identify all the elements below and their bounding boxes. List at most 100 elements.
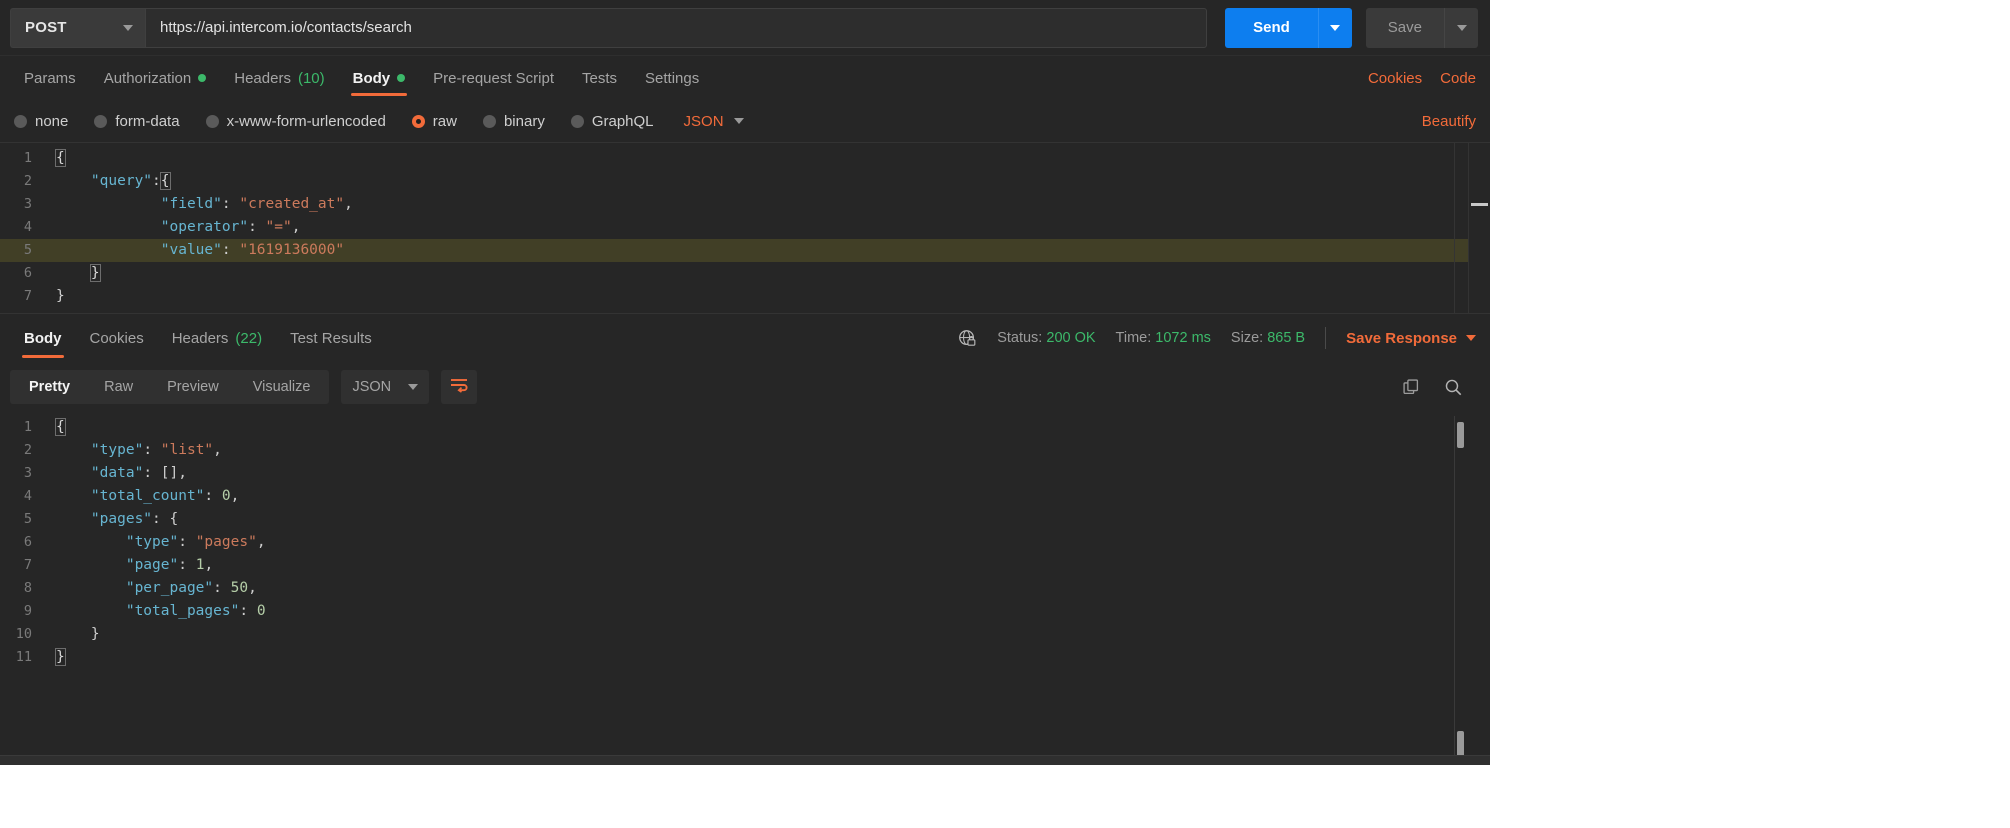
response-body-viewer[interactable]: 1{2 "type": "list", 3 "data": [], 4 "total…: [0, 412, 1490, 765]
request-tab-settings[interactable]: Settings: [631, 56, 713, 100]
response-header: Body Cookies Headers (22) Test Results Statu…: [0, 314, 1490, 362]
line-number: 6: [23, 534, 32, 550]
code-link[interactable]: Code: [1440, 70, 1476, 87]
body-type-option-none[interactable]: none: [14, 113, 68, 130]
body-type-option-form-data[interactable]: form-data: [94, 112, 180, 130]
code-text: }: [90, 626, 100, 642]
scrollbar-thumb-secondary[interactable]: [1457, 731, 1464, 757]
cookies-link[interactable]: Cookies: [1368, 70, 1422, 87]
tab-label: Body: [352, 69, 391, 87]
line-number: 7: [23, 557, 32, 573]
response-view-visualize[interactable]: Visualize: [236, 372, 328, 402]
response-code-line: 5 "pages": {: [0, 508, 1490, 531]
response-tool-icons: [1400, 376, 1476, 398]
send-button[interactable]: Send: [1225, 7, 1318, 48]
line-number: 1: [23, 419, 32, 435]
response-view-pretty[interactable]: Pretty: [12, 372, 87, 402]
request-code-area[interactable]: 1{2 "query":{3 "field": "created_at", 4 "…: [0, 143, 1468, 313]
body-type-label: raw: [432, 112, 457, 130]
tab-label: Headers: [171, 329, 229, 347]
line-number: 4: [23, 488, 32, 504]
response-code-line: 6 "type": "pages",: [0, 531, 1490, 554]
request-code-line: 5 "value": "1619136000": [0, 239, 1468, 262]
request-tabs: Params Authorization Headers (10) Body Pre-re…: [0, 56, 1490, 100]
line-number: 2: [23, 442, 32, 458]
code-text: {: [55, 418, 66, 436]
save-button[interactable]: Save: [1365, 7, 1444, 48]
send-options-button[interactable]: [1317, 7, 1352, 48]
code-text: {: [55, 149, 66, 167]
response-tab-body[interactable]: Body: [10, 314, 76, 362]
save-options-button[interactable]: [1444, 7, 1478, 48]
response-format-select[interactable]: JSON: [341, 370, 430, 404]
tab-label: Cookies: [89, 329, 144, 347]
chevron-down-icon: [408, 384, 419, 390]
code-text: "operator": "=",: [160, 219, 301, 235]
request-code-line: 6 }: [0, 262, 1468, 285]
status-label: Status:: [997, 330, 1043, 346]
send-button-group: Send: [1225, 7, 1352, 48]
response-view-preview[interactable]: Preview: [150, 372, 236, 402]
request-tab-params[interactable]: Params: [10, 56, 90, 100]
response-view-switcher: Pretty Raw Preview Visualize: [10, 370, 330, 404]
tab-label: Pre-request Script: [433, 69, 555, 87]
body-type-option-x-www-form-urlencoded[interactable]: x-www-form-urlencoded: [205, 113, 386, 130]
request-tab-authorization[interactable]: Authorization: [90, 56, 221, 100]
copy-icon[interactable]: [1400, 376, 1422, 398]
radio-icon: [94, 114, 108, 128]
request-editor-minimap[interactable]: [1468, 143, 1490, 313]
request-tab-body[interactable]: Body: [339, 56, 420, 100]
tab-label: Headers: [234, 69, 291, 87]
request-code-line: 3 "field": "created_at",: [0, 193, 1468, 216]
response-code-line: 4 "total_count": 0,: [0, 485, 1490, 508]
request-body-editor[interactable]: 1{2 "query":{3 "field": "created_at", 4 "…: [0, 142, 1490, 314]
scrollbar-thumb[interactable]: [1457, 422, 1464, 448]
save-button-group: Save: [1365, 7, 1478, 48]
status-code: Status: 200 OK: [997, 330, 1095, 346]
response-view-raw[interactable]: Raw: [87, 372, 150, 402]
body-type-option-binary[interactable]: binary: [482, 112, 545, 130]
response-toolbar: Pretty Raw Preview Visualize JSON: [0, 362, 1490, 412]
save-response-label: Save Response: [1346, 329, 1457, 347]
url-input[interactable]: https://api.intercom.io/contacts/search: [145, 7, 1208, 48]
response-scrollbar[interactable]: [1454, 416, 1464, 759]
radio-icon: [482, 114, 496, 128]
tab-label: Settings: [645, 69, 700, 87]
response-code-line: 2 "type": "list",: [0, 439, 1490, 462]
request-tab-tests[interactable]: Tests: [568, 56, 631, 100]
wrap-lines-button[interactable]: [441, 370, 478, 404]
response-tab-headers[interactable]: Headers (22): [158, 314, 276, 362]
tab-status-dot-icon: [397, 74, 406, 82]
code-text: "type": "pages",: [125, 534, 266, 550]
line-number: 5: [23, 242, 32, 258]
radio-icon: [14, 114, 27, 128]
tab-label: Test Results: [290, 329, 372, 347]
line-number: 4: [23, 219, 32, 235]
code-text: "value": "1619136000": [160, 242, 345, 258]
code-text: }: [56, 288, 65, 304]
response-tab-test-results[interactable]: Test Results: [276, 314, 386, 362]
code-text: "data": [],: [90, 465, 187, 481]
code-text: "per_page": 50,: [125, 580, 257, 596]
save-response-button[interactable]: Save Response: [1346, 330, 1476, 347]
response-code-area[interactable]: 1{2 "type": "list", 3 "data": [], 4 "total…: [0, 412, 1490, 765]
response-tab-cookies[interactable]: Cookies: [76, 314, 158, 362]
http-method-select[interactable]: POST: [10, 7, 145, 48]
beautify-link[interactable]: Beautify: [1422, 113, 1476, 130]
body-type-label: form-data: [115, 112, 180, 130]
size-label: Size:: [1230, 330, 1264, 346]
body-format-select[interactable]: JSON: [684, 113, 744, 130]
line-number: 10: [15, 626, 32, 642]
minimap-marker: [1471, 203, 1488, 206]
request-tab-pre-request-script[interactable]: Pre-request Script: [419, 56, 568, 100]
request-editor-scrollbar[interactable]: [1454, 143, 1468, 313]
search-icon[interactable]: [1442, 376, 1464, 398]
response-time: Time: 1072 ms: [1116, 330, 1211, 346]
request-tab-headers[interactable]: Headers (10): [220, 56, 338, 100]
body-type-option-raw[interactable]: raw: [411, 112, 457, 130]
body-type-option-graphql[interactable]: GraphQL: [570, 113, 654, 130]
line-number: 3: [23, 196, 32, 212]
radio-icon: [411, 114, 425, 128]
body-type-label: binary: [503, 112, 545, 130]
